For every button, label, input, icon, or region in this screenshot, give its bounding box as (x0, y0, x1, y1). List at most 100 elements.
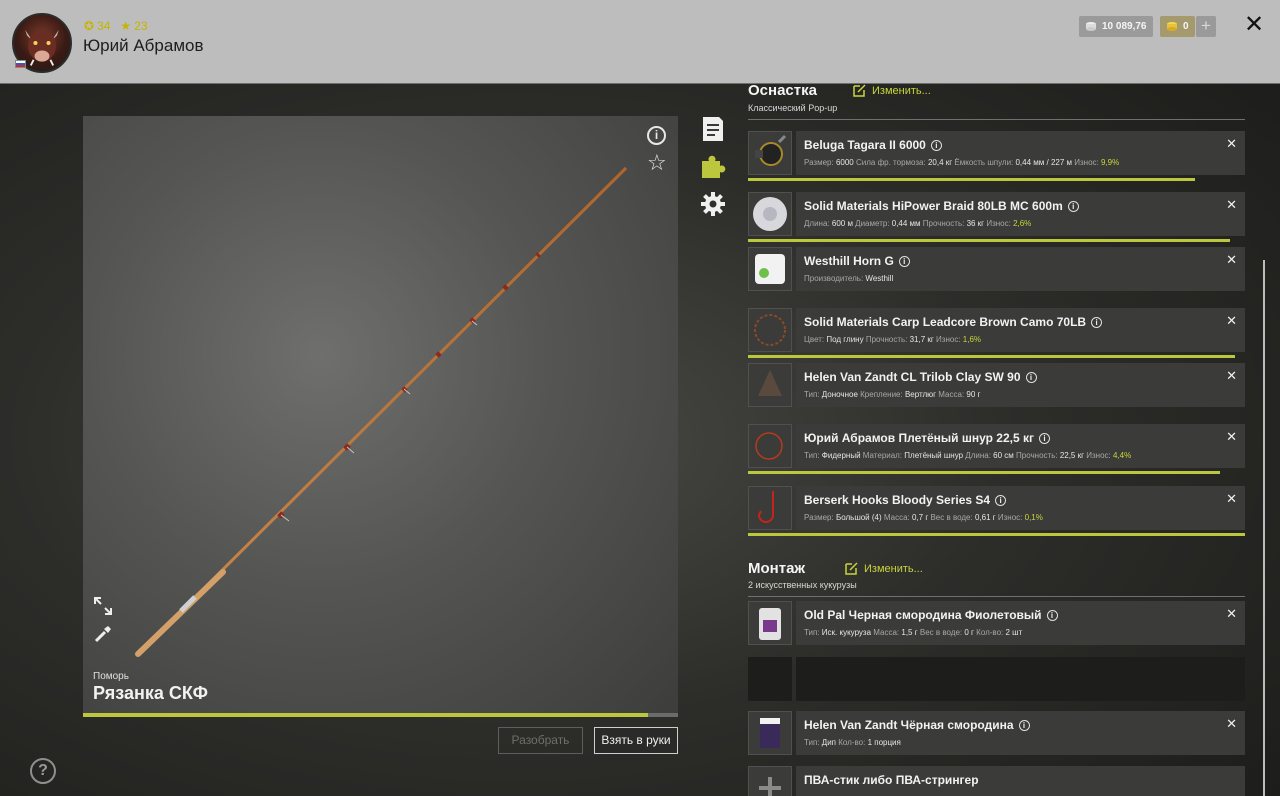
remove-hook-button[interactable]: ✕ (1226, 491, 1237, 507)
favorite-star-icon[interactable]: ☆ (647, 152, 667, 174)
remove-reel-button[interactable]: ✕ (1226, 136, 1237, 152)
top-bar: ✪ 34 ★ 23 Юрий Абрамов 10 089,76 0 + ✕ (0, 0, 1280, 84)
disassemble-button[interactable]: Разобрать (498, 727, 583, 754)
remove-main-line-button[interactable]: ✕ (1226, 197, 1237, 213)
rod-condition-bar (83, 713, 678, 717)
level-icon: ✪ (84, 19, 95, 33)
leader-details: Юрий Абрамов Плетёный шнур 22,5 кг i Тип: … (796, 424, 1245, 468)
close-button[interactable]: ✕ (1242, 13, 1266, 37)
silver-balance[interactable]: 10 089,76 (1079, 16, 1153, 37)
tackle-item-dip[interactable]: Helen Van Zandt Чёрная смородина i Тип: Ди… (748, 711, 1245, 755)
info-icon[interactable]: i (1067, 201, 1079, 212)
empty-slot[interactable] (748, 657, 1245, 701)
pva-thumbnail (748, 766, 792, 796)
tackle-item-reel[interactable]: Beluga Tagara II 6000 i Размер: 6000 Сила … (748, 131, 1245, 181)
remove-leader-button[interactable]: ✕ (1226, 429, 1237, 445)
settings-gear-icon[interactable] (700, 191, 726, 217)
help-icon[interactable]: ? (30, 758, 56, 784)
clip-properties: Производитель: Westhill (804, 274, 894, 283)
clip-details: Westhill Horn Gi Производитель: Westhill … (796, 247, 1245, 291)
user-stats: ✪ 34 ★ 23 (84, 19, 148, 33)
hook-properties: Размер: Большой (4) Масса: 0,7 г Вес в в… (804, 513, 1043, 522)
user-name: Юрий Абрамов (83, 36, 204, 55)
empty-slot-thumb (748, 657, 792, 701)
tackle-item-pva[interactable]: ПВА-стик либо ПВА-стрингер (748, 766, 1245, 796)
rod-viewer[interactable] (83, 116, 678, 714)
tackle-item-leader[interactable]: Юрий Абрамов Плетёный шнур 22,5 кг i Тип: … (748, 424, 1245, 474)
level: ✪ 34 (84, 19, 111, 33)
section-title-montage: Монтаж (748, 560, 806, 577)
reel-name: Beluga Tagara II 6000 i (804, 138, 942, 152)
bait-name: Old Pal Черная смородина Фиолетовый i (804, 608, 1058, 622)
remove-bait-button[interactable]: ✕ (1226, 606, 1237, 622)
info-icon[interactable]: i (1046, 610, 1058, 621)
sinker-thumbnail (748, 363, 792, 407)
tackle-item-hook[interactable]: Berserk Hooks Bloody Series S4 i Размер: Б… (748, 486, 1245, 536)
bait-properties: Тип: Иск. кукуруза Масса: 1,5 г Вес в во… (804, 628, 1023, 637)
edit-montage-button[interactable]: Изменить... (845, 562, 923, 575)
sinker-properties: Тип: Доночное Крепление: Вертлюг Масса: … (804, 390, 981, 399)
dip-name: Helen Van Zandt Чёрная смородина i (804, 718, 1030, 732)
reel-wear-bar (748, 178, 1196, 181)
info-icon[interactable]: i (1038, 433, 1050, 444)
description-icon[interactable] (700, 116, 726, 142)
edit-tackle-button[interactable]: Изменить... (853, 84, 931, 97)
leadcore-properties: Цвет: Под глину Прочность: 31,7 кг Износ… (804, 335, 982, 344)
divider (748, 596, 1245, 597)
gold-coins-icon (1167, 22, 1177, 31)
tackle-item-bait[interactable]: Old Pal Черная смородина Фиолетовый i Тип:… (748, 601, 1245, 645)
reel-thumbnail (748, 131, 792, 175)
leadcore-name: Solid Materials Carp Leadcore Brown Camo… (804, 315, 1103, 329)
pva-name: ПВА-стик либо ПВА-стрингер (804, 773, 979, 787)
tackle-item-leadcore[interactable]: Solid Materials Carp Leadcore Brown Camo… (748, 308, 1245, 358)
tackle-item-clip[interactable]: Westhill Horn Gi Производитель: Westhill … (748, 247, 1245, 291)
take-in-hands-button[interactable]: Взять в руки (594, 727, 678, 754)
expand-icon[interactable] (93, 596, 113, 616)
bait-details: Old Pal Черная смородина Фиолетовый i Тип:… (796, 601, 1245, 645)
main-line-details: Solid Materials HiPower Braid 80LB MC 60… (796, 192, 1245, 236)
montage-subtitle: 2 искусственных кукурузы (748, 580, 857, 590)
main-line-wear-bar (748, 239, 1231, 242)
edit-icon (845, 562, 858, 575)
dip-thumbnail (748, 711, 792, 755)
info-icon[interactable]: i (898, 256, 910, 267)
reel-properties: Размер: 6000 Сила фр. тормоза: 20,4 кг Ё… (804, 158, 1120, 167)
hook-wear-bar (748, 533, 1245, 536)
repair-icon[interactable] (93, 624, 113, 644)
remove-sinker-button[interactable]: ✕ (1226, 368, 1237, 384)
main-line-name: Solid Materials HiPower Braid 80LB MC 60… (804, 199, 1079, 213)
star-rating-icon: ★ (120, 19, 132, 33)
main-line-thumbnail (748, 192, 792, 236)
remove-leadcore-button[interactable]: ✕ (1226, 313, 1237, 329)
tackle-item-sinker[interactable]: Helen Van Zandt CL Trilob Clay SW 90 i Тип… (748, 363, 1245, 407)
scrollbar[interactable] (1263, 260, 1265, 796)
info-icon[interactable]: i (647, 126, 666, 145)
empty-slot-body (796, 657, 1245, 701)
info-icon[interactable]: i (930, 140, 942, 151)
edit-icon (853, 84, 866, 97)
info-icon[interactable]: i (1091, 317, 1103, 328)
dip-properties: Тип: Дип Кол-во: 1 порция (804, 738, 901, 747)
leader-wear-bar (748, 471, 1221, 474)
remove-clip-button[interactable]: ✕ (1226, 252, 1237, 268)
gold-balance[interactable]: 0 (1160, 16, 1195, 37)
info-icon[interactable]: i (1018, 720, 1030, 731)
leadcore-thumbnail (748, 308, 792, 352)
leadcore-wear-bar (748, 355, 1236, 358)
sinker-name: Helen Van Zandt CL Trilob Clay SW 90 i (804, 370, 1037, 384)
tackle-subtitle: Классический Pop-up (748, 103, 838, 113)
rating: ★ 23 (120, 19, 148, 33)
clip-thumbnail (748, 247, 792, 291)
leader-properties: Тип: Фидерный Материал: Плетёный шнур Дл… (804, 451, 1132, 460)
tackle-puzzle-icon[interactable] (700, 153, 726, 179)
info-icon[interactable]: i (995, 495, 1007, 506)
tackle-item-main-line[interactable]: Solid Materials HiPower Braid 80LB MC 60… (748, 192, 1245, 242)
leader-name: Юрий Абрамов Плетёный шнур 22,5 кг i (804, 431, 1050, 445)
silver-coins-icon (1086, 22, 1096, 31)
info-icon[interactable]: i (1025, 372, 1037, 383)
rod-condition-fill (83, 713, 649, 717)
remove-dip-button[interactable]: ✕ (1226, 716, 1237, 732)
add-gold-button[interactable]: + (1196, 16, 1216, 37)
dip-details: Helen Van Zandt Чёрная смородина i Тип: Ди… (796, 711, 1245, 755)
leader-thumbnail (748, 424, 792, 468)
